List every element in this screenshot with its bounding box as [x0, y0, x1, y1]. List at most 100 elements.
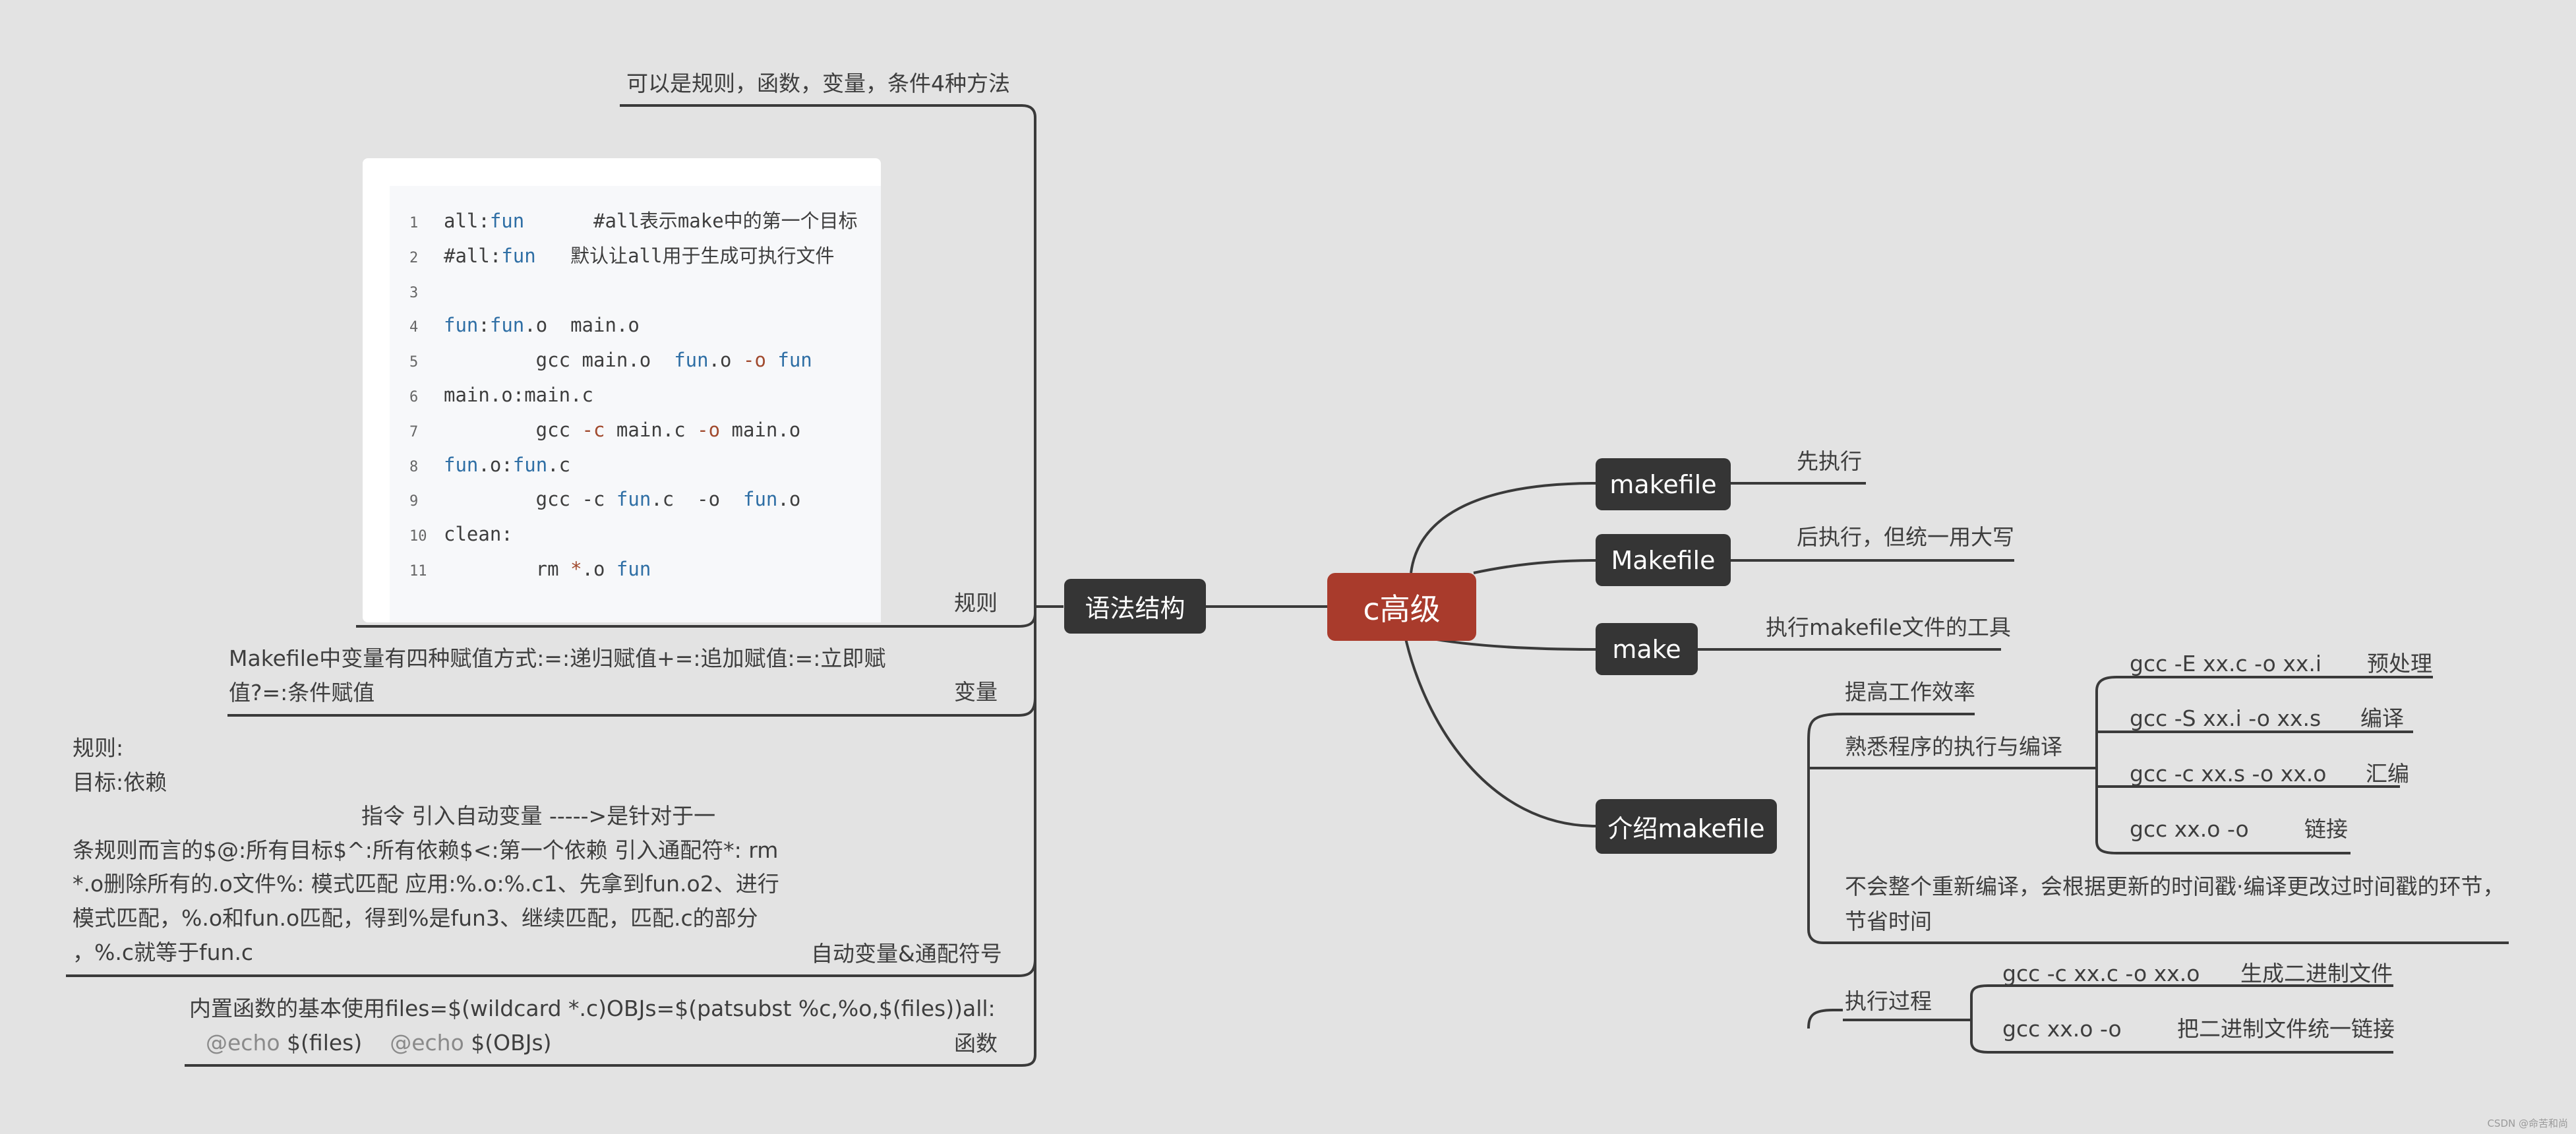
code-token: fun — [674, 349, 709, 372]
code-token: fun — [489, 314, 525, 337]
step-cmd-compile: gcc -S xx.i -o xx.s — [2130, 705, 2321, 731]
capital-makefile-label: Makefile — [1611, 545, 1716, 575]
code-token: fun — [489, 210, 525, 232]
functions-label: 函数 — [954, 1030, 998, 1056]
capital-makefile-node[interactable]: Makefile — [1596, 534, 1731, 586]
code-line-number: 5 — [409, 354, 419, 371]
process-topic: 执行过程 — [1845, 988, 1932, 1014]
code-token: : — [478, 314, 490, 337]
recompile-topic: 不会整个重新编译，会根据更新的时间戳·编译更改过时间戳的环节，节省时间 — [1845, 874, 2505, 934]
familiar-topic: 熟悉程序的执行与编译 — [1845, 734, 2062, 760]
code-token: .c -o — [651, 488, 743, 511]
variables-text: Makefile中变量有四种赋值方式:=:递归赋值+=:追加赋值:=:立即赋值?… — [229, 645, 886, 705]
code-token: rm — [444, 558, 571, 580]
code-token: .o — [777, 488, 801, 511]
step-name-preprocess: 预处理 — [2367, 651, 2432, 676]
process-cmd-object: gcc -c xx.c -o xx.o — [2002, 961, 2200, 986]
code-token: -c — [582, 418, 605, 441]
code-line: 2 #all:fun 默认让all用于生成可执行文件 — [409, 239, 834, 272]
auto-line-4: 条规则而言的$@:所有目标$^:所有依赖$<:第一个依赖 引入通配符*: rm — [73, 837, 779, 863]
code-token: #all: — [444, 244, 502, 267]
code-line-number: 10 — [409, 528, 427, 545]
code-token: 默认让all用于生成可执行文件 — [535, 244, 835, 267]
watermark: CSDN @命苦和尚 — [2487, 1118, 2568, 1129]
auto-line-2: 目标:依赖 — [73, 769, 167, 795]
code-line: 1 all:fun #all表示make中的第一个目标 — [409, 204, 858, 237]
code-token: .o — [708, 349, 743, 372]
code-token: .o: — [478, 453, 513, 476]
auto-line-5: *.o删除所有的.o文件%: 模式匹配 应用:%.o:%.c1、先拿到fun.o… — [73, 871, 779, 897]
code-line: 3 — [409, 274, 444, 307]
code-line-number: 6 — [409, 389, 419, 405]
make-label: make — [1612, 634, 1681, 664]
auto-line-7: ，%.c就等于fun.c — [73, 940, 254, 965]
step-name-link: 链接 — [2304, 816, 2348, 842]
step-cmd-preprocess: gcc -E xx.c -o xx.i — [2130, 651, 2322, 676]
intro-makefile-node[interactable]: 介绍makefile — [1596, 799, 1777, 854]
code-token: .o — [582, 558, 616, 580]
step-cmd-link: gcc xx.o -o — [2130, 816, 2249, 842]
code-token: gcc main.o — [444, 349, 674, 372]
code-line: 9 gcc -c fun.c -o fun.o — [409, 483, 800, 516]
code-line-number: 4 — [409, 319, 419, 336]
code-token: gcc -c — [444, 488, 616, 511]
code-line-number: 7 — [409, 423, 419, 440]
auto-line-3: 指令 引入自动变量 ----->是针对于一 — [361, 803, 716, 829]
code-token: fun — [512, 453, 548, 476]
makefile-note: 先执行 — [1797, 448, 1862, 474]
code-line: 6 main.o:main.c — [409, 378, 593, 411]
code-token: gcc — [444, 418, 582, 441]
code-token: main.o:main.c — [444, 384, 593, 406]
code-line-number: 2 — [409, 249, 419, 266]
code-token: -o — [742, 349, 766, 372]
make-note: 执行makefile文件的工具 — [1766, 614, 2011, 640]
process-name-object: 生成二进制文件 — [2240, 961, 2393, 986]
code-line-number: 8 — [409, 458, 419, 475]
code-token: -o — [697, 418, 721, 441]
code-line: 11 rm *.o fun — [409, 552, 651, 585]
syntax-structure-label: 语法结构 — [1085, 594, 1185, 623]
syntax-structure-node[interactable]: 语法结构 — [1064, 579, 1206, 634]
syntax-top-note: 可以是规则，函数，变量，条件4种方法 — [626, 71, 1010, 96]
makefile-node[interactable]: makefile — [1596, 458, 1731, 510]
code-token: fun — [777, 349, 812, 372]
echo-keyword-2: @echo — [390, 1030, 464, 1056]
code-line: 5 gcc main.o fun.o -o fun — [409, 343, 812, 376]
code-token: main.c — [605, 418, 698, 441]
code-token: fun — [444, 314, 479, 337]
functions-line-2: @echo $(files) @echo $(OBJs) — [206, 1027, 552, 1059]
code-token: * — [570, 558, 582, 580]
code-token: #all表示make中的第一个目标 — [524, 210, 858, 232]
code-line-number: 3 — [409, 284, 419, 301]
code-token: clean: — [444, 523, 513, 546]
step-name-compile: 编译 — [2360, 705, 2404, 731]
code-line: 8 fun.o:fun.c — [409, 448, 570, 481]
step-cmd-assemble: gcc -c xx.s -o xx.o — [2130, 761, 2327, 787]
variables-label: 变量 — [954, 679, 998, 705]
process-cmd-link: gcc xx.o -o — [2002, 1016, 2122, 1042]
capital-makefile-note: 后执行，但统一用大写 — [1797, 524, 2014, 550]
code-token: fun — [501, 244, 536, 267]
code-token: fun — [616, 558, 651, 580]
code-token: fun — [616, 488, 651, 511]
auto-label: 自动变量&通配符号 — [811, 941, 1002, 967]
efficiency-topic: 提高工作效率 — [1845, 679, 1975, 705]
auto-line-1: 规则: — [73, 735, 124, 761]
code-token: main.o — [720, 418, 801, 441]
step-name-assemble: 汇编 — [2366, 761, 2409, 787]
auto-line-6: 模式匹配，%.o和fun.o匹配，得到%是fun3、继续匹配，匹配.c的部分 — [73, 905, 758, 931]
code-line-number: 11 — [409, 563, 427, 580]
makefile-label: makefile — [1609, 469, 1717, 499]
code-line: 7 gcc -c main.c -o main.o — [409, 413, 800, 446]
make-node[interactable]: make — [1596, 623, 1698, 675]
process-name-link: 把二进制文件统一链接 — [2177, 1016, 2395, 1042]
rules-label: 规则 — [954, 590, 998, 616]
intro-makefile-label: 介绍makefile — [1607, 814, 1765, 843]
code-line-number: 1 — [409, 215, 419, 231]
root-node[interactable]: c高级 — [1327, 573, 1476, 641]
root-label: c高级 — [1363, 591, 1441, 627]
code-line: 4 fun:fun.o main.o — [409, 309, 640, 342]
code-token: all: — [444, 210, 490, 232]
echo-arg-1: $(files) — [280, 1030, 363, 1056]
